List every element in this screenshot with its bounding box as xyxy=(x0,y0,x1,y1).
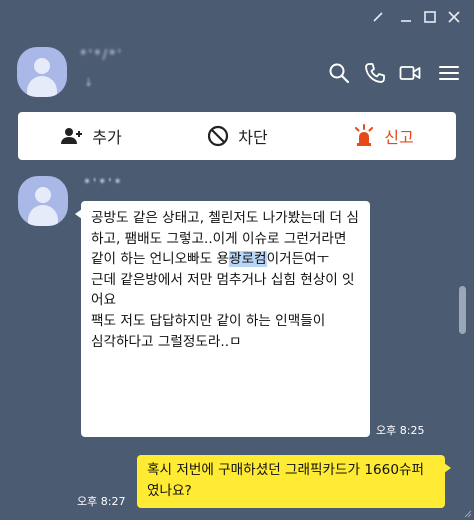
resize-grip-icon[interactable] xyxy=(462,508,472,518)
friend-action-bar: 추가 차단 신고 xyxy=(18,112,456,160)
outgoing-message-text: 혹시 저번에 구매하셨던 그래픽카드가 1660슈퍼였나요? xyxy=(147,462,424,499)
incoming-timestamp: 오후 8:25 xyxy=(376,424,425,437)
search-icon[interactable] xyxy=(328,62,350,84)
siren-icon xyxy=(355,124,374,146)
add-friend-label: 추가 xyxy=(92,128,122,147)
sender-name: *'*'* xyxy=(84,176,124,190)
add-user-icon xyxy=(61,128,83,144)
block-icon xyxy=(208,125,229,147)
chat-avatar[interactable] xyxy=(17,47,67,97)
highlighted-text: 광로컴 xyxy=(229,251,267,268)
video-icon[interactable] xyxy=(399,62,421,84)
report-label: 신고 xyxy=(384,128,414,147)
chat-scrollbar[interactable] xyxy=(459,286,466,334)
call-icon[interactable] xyxy=(364,62,386,84)
maximize-icon[interactable] xyxy=(422,9,438,25)
report-button[interactable]: 신고 xyxy=(310,112,456,160)
add-friend-button[interactable]: 추가 xyxy=(18,112,164,160)
chat-header: *'*/*' ↓ xyxy=(0,34,474,110)
block-button[interactable]: 차단 xyxy=(164,112,310,160)
window-titlebar xyxy=(0,0,474,34)
chat-name: *'*/*' xyxy=(80,48,124,63)
outgoing-message-bubble[interactable]: 혹시 저번에 구매하셨던 그래픽카드가 1660슈퍼였나요? xyxy=(137,455,451,508)
pin-icon[interactable] xyxy=(370,9,386,25)
member-count: ↓ xyxy=(84,76,94,89)
incoming-message-bubble[interactable]: 공방도 같은 상태고, 첼린저도 나가봤는데 더 심하고, 팸배도 그렇고..이… xyxy=(75,201,370,437)
sender-avatar[interactable] xyxy=(18,176,68,226)
menu-icon[interactable] xyxy=(438,62,460,84)
minimize-icon[interactable] xyxy=(398,9,414,25)
close-icon[interactable] xyxy=(446,9,462,25)
outgoing-timestamp: 오후 8:27 xyxy=(77,495,126,508)
block-label: 차단 xyxy=(238,128,268,147)
